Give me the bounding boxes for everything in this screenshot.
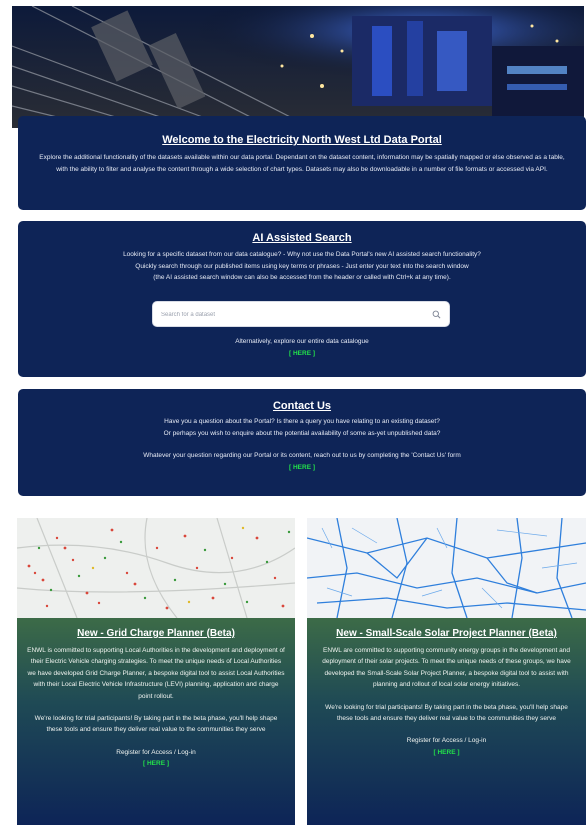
grid-planner-para-1: ENWL is committed to supporting Local Au… [27,647,285,700]
contact-line-1: Have you a question about the Portal? Is… [164,418,440,425]
contact-line-3: Whatever your question regarding our Por… [143,452,461,459]
solar-planner-register-text: Register for Access / Log-in [406,737,487,745]
welcome-card: Welcome to the Electricity North West Lt… [18,116,586,210]
grid-map-image [17,518,295,618]
catalogue-text: Alternatively, explore our entire data c… [235,338,369,345]
ai-search-line-3: (the AI assisted search window can also … [153,274,451,281]
solar-planner-title[interactable]: New - Small-Scale Solar Project Planner … [317,628,576,639]
hero-banner-image [12,6,584,128]
grid-planner-para-2: We're looking for trial participants! By… [34,715,278,734]
ai-search-card: AI Assisted Search Looking for a specifi… [18,221,586,377]
grid-charge-planner-card: New - Grid Charge Planner (Beta) ENWL is… [17,518,295,825]
solar-planner-card: New - Small-Scale Solar Project Planner … [307,518,586,825]
solar-planner-para-2: We're looking for trial participants! By… [325,703,568,723]
grid-planner-here-link[interactable]: [ HERE ] [143,758,169,769]
contact-card: Contact Us Have you a question about the… [18,389,586,496]
ai-search-line-2: Quickly search through our published ite… [135,262,469,270]
search-icon[interactable] [432,310,441,319]
search-box[interactable] [152,301,450,327]
welcome-text: Explore the additional functionality of … [39,154,565,173]
contact-title[interactable]: Contact Us [18,400,586,412]
solar-planner-para-1: ENWL are committed to supporting communi… [322,647,571,689]
solar-map-image [307,518,586,618]
search-input[interactable] [161,309,421,321]
solar-planner-here-link[interactable]: [ HERE ] [434,747,460,758]
grid-planner-register-text: Register for Access / Log-in [116,748,196,756]
contact-line-2: Or perhaps you wish to enquire about the… [163,429,441,437]
welcome-title: Welcome to the Electricity North West Lt… [162,134,442,146]
ai-search-title: AI Assisted Search [252,232,352,244]
catalogue-here-link[interactable]: [ HERE ] [289,348,315,360]
contact-here-link[interactable]: [ HERE ] [289,462,315,474]
grid-planner-title[interactable]: New - Grid Charge Planner (Beta) [27,628,285,639]
ai-search-line-1: Looking for a specific dataset from our … [123,251,481,258]
